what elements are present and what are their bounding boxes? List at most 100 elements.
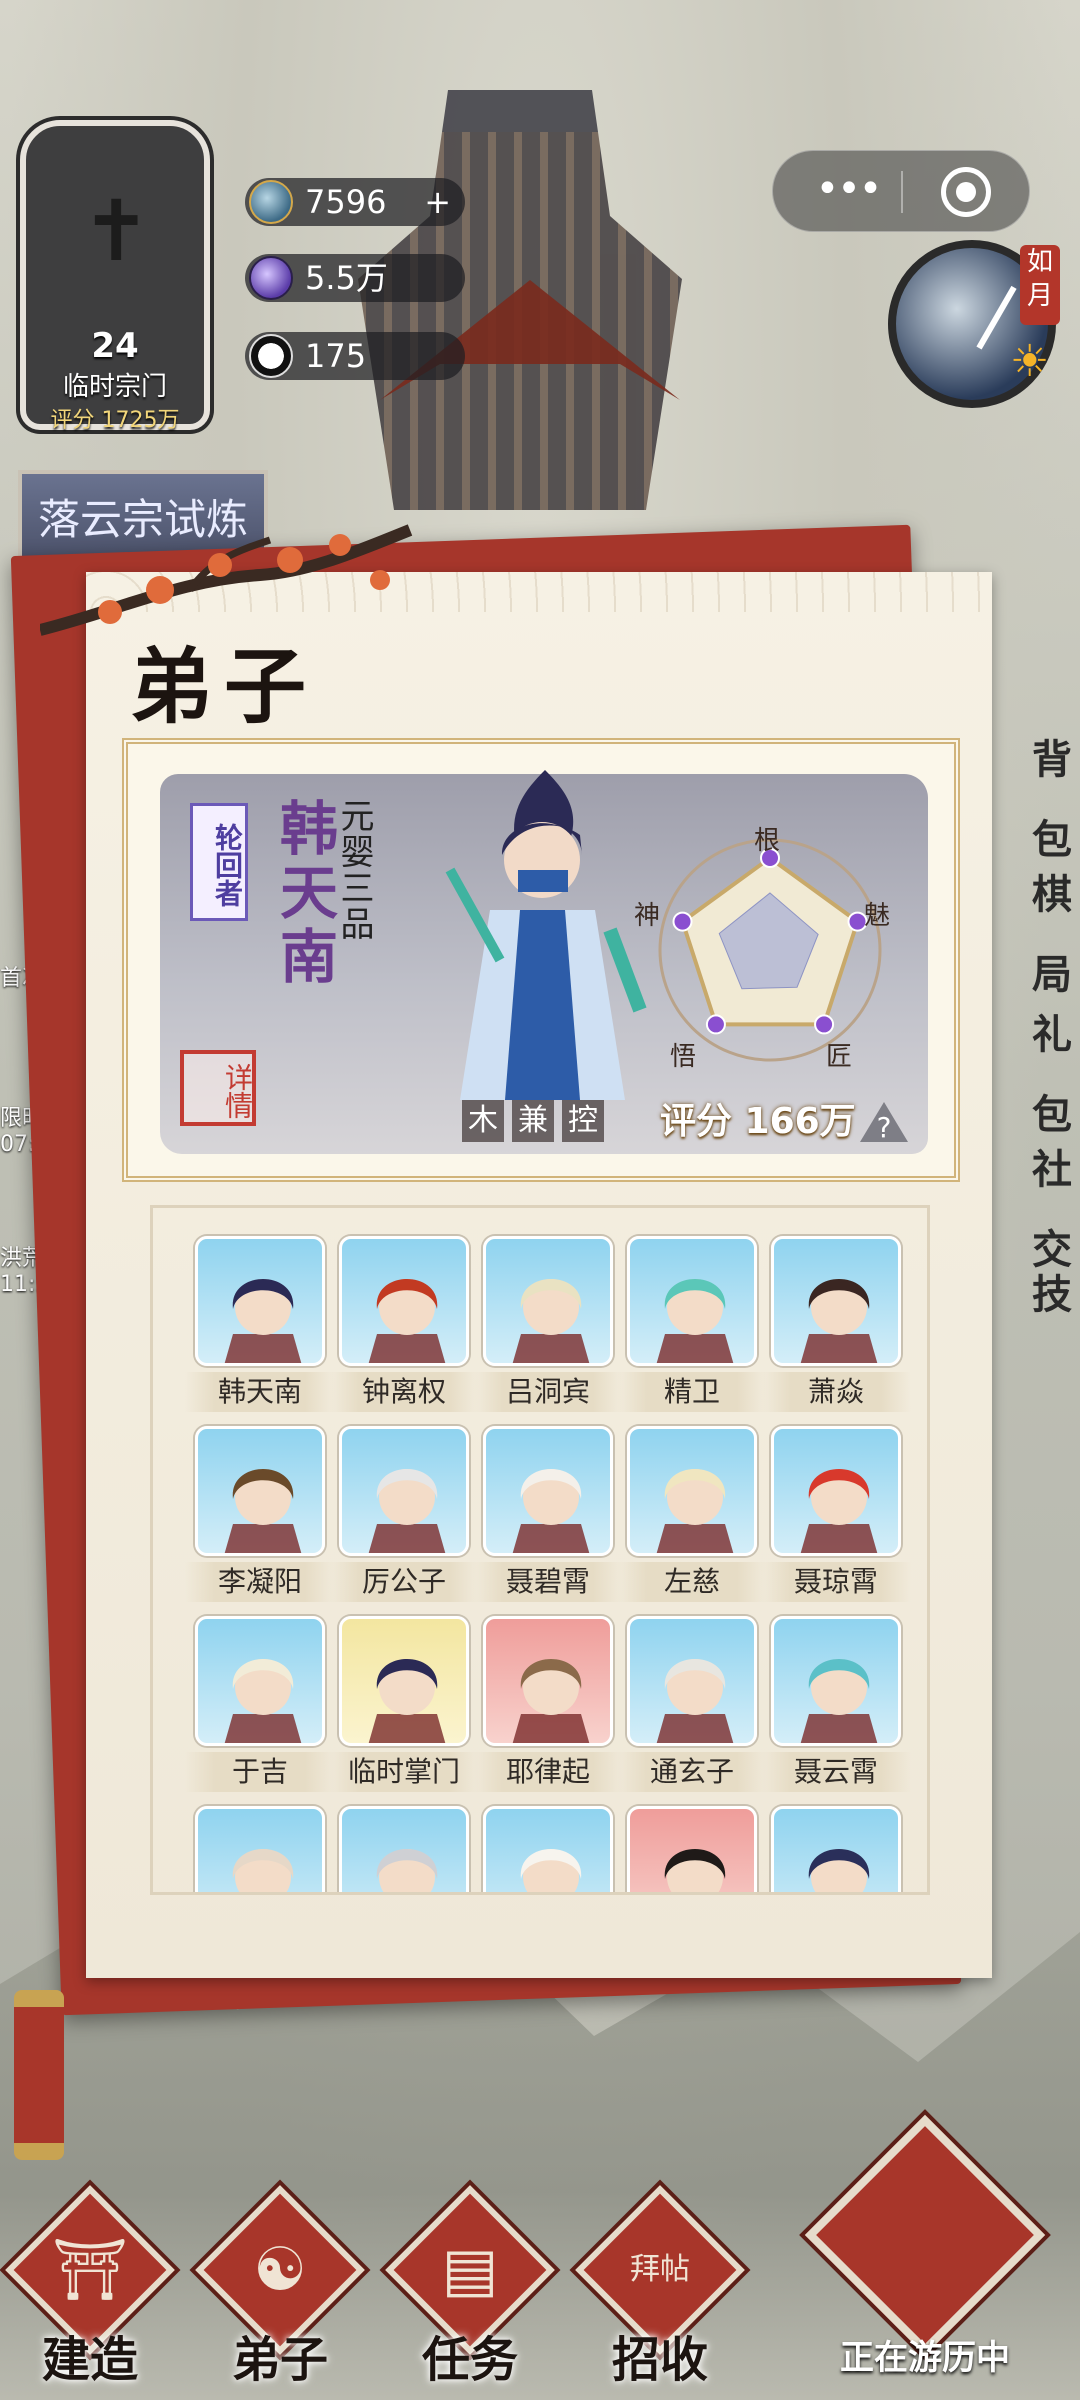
disciple-portrait	[195, 1616, 325, 1746]
sect-score: 评分 1725万	[50, 408, 180, 433]
disciple-card[interactable]: 吕洞宾	[473, 1236, 623, 1412]
close-miniprogram-button[interactable]	[941, 167, 991, 217]
nav-disciple[interactable]: ☯ 弟子	[190, 2180, 370, 2400]
disciple-card[interactable]	[339, 1806, 469, 1892]
disciple-avatar	[512, 1279, 590, 1363]
disciple-card[interactable]	[483, 1806, 613, 1892]
disciple-name: 聂云霄	[761, 1752, 911, 1792]
travel-button[interactable]: 正在游历中	[800, 2114, 1050, 2390]
disciple-card[interactable]: 李凝阳	[185, 1426, 335, 1602]
travel-status-label: 正在游历中	[840, 2338, 1010, 2378]
resource-coin-value: 7596	[305, 183, 387, 221]
disciple-card[interactable]: 钟离权	[329, 1236, 479, 1412]
radar-star-marker	[814, 1014, 835, 1035]
disciple-card[interactable]: 临时掌门	[329, 1616, 479, 1792]
disciple-portrait	[627, 1806, 757, 1892]
more-button[interactable]: •••	[813, 151, 883, 233]
disciple-portrait	[483, 1236, 613, 1366]
disciple-card[interactable]	[195, 1806, 325, 1892]
disciple-card[interactable]: 左慈	[617, 1426, 767, 1602]
radar-label-spirit: 神	[634, 901, 661, 931]
spirit-coin-icon	[249, 180, 293, 224]
resource-gem[interactable]: 5.5万	[245, 254, 465, 302]
radar-label-root: 根	[754, 826, 781, 856]
side-right-giftpack[interactable]: 礼包	[1000, 995, 1080, 1138]
disciple-portrait	[339, 1806, 469, 1892]
disciple-card[interactable]: 厉公子	[329, 1426, 479, 1602]
disciple-card[interactable]: 聂碧霄	[473, 1426, 623, 1602]
disciple-avatar	[224, 1659, 302, 1743]
disciple-name: 于吉	[185, 1752, 335, 1792]
scroll-item[interactable]	[14, 1990, 64, 2160]
disciple-portrait	[339, 1426, 469, 1556]
disciple-name: 聂碧霄	[473, 1562, 623, 1602]
disciple-name: 耶律起	[473, 1752, 623, 1792]
nav-recruit[interactable]: 拜帖 招收	[570, 2180, 750, 2400]
disciple-name: 通玄子	[617, 1752, 767, 1792]
disciple-grid: 韩天南 钟离权 吕洞宾 精卫 萧焱李凝阳 厉公子 聂碧霄 左慈 聂琼霄于吉 临时掌门 耶律起 通玄子聂…	[150, 1205, 930, 1895]
disciple-icon: ☯	[253, 2235, 307, 2305]
disciple-card[interactable]: 聂琼霄	[761, 1426, 911, 1602]
attribute-wood: 木	[462, 1100, 504, 1142]
add-coin-button[interactable]: +	[424, 178, 451, 226]
disciple-name: 左慈	[617, 1562, 767, 1602]
disciple-name: 钟离权	[329, 1372, 479, 1412]
disciple-portrait	[627, 1236, 757, 1366]
disciple-card[interactable]: 于吉	[185, 1616, 335, 1792]
disciple-portrait	[195, 1806, 325, 1892]
disciple-name: 临时掌门	[329, 1752, 479, 1792]
nav-task[interactable]: ▤ 任务	[380, 2180, 560, 2400]
attribute-radar: 根 魅 匠 悟 神	[630, 810, 910, 1080]
disciple-card[interactable]: 精卫	[617, 1236, 767, 1412]
disciple-name: 李凝阳	[185, 1562, 335, 1602]
resource-gem-value: 5.5万	[305, 259, 388, 297]
nav-disciple-label: 弟子	[231, 2332, 328, 2388]
disciple-avatar	[800, 1279, 878, 1363]
disciple-portrait	[339, 1616, 469, 1746]
disciple-name: 吕洞宾	[473, 1372, 623, 1412]
disciple-card[interactable]: 通玄子	[617, 1616, 767, 1792]
capsule-divider	[901, 171, 903, 213]
disciple-name: 韩天南	[185, 1372, 335, 1412]
invitation-card-icon: 拜帖	[630, 2252, 690, 2287]
radar-star-marker	[705, 1014, 726, 1035]
resource-taiji[interactable]: 175	[245, 332, 465, 380]
sect-level: 24	[91, 326, 139, 366]
featured-hero-realm: 元婴三品	[334, 798, 374, 942]
detail-button[interactable]: 详情	[180, 1050, 256, 1126]
nav-recruit-label: 招收	[611, 2332, 708, 2388]
disciple-portrait	[339, 1236, 469, 1366]
disciple-name: 聂琼霄	[761, 1562, 911, 1602]
disciple-avatar	[656, 1469, 734, 1553]
nav-build-label: 建造	[41, 2332, 138, 2388]
taiji-icon	[249, 334, 293, 378]
side-right-bag[interactable]: 背包	[1000, 720, 1080, 863]
scroll-icon: ▤	[441, 2235, 499, 2305]
nav-build[interactable]: ⛩ 建造	[0, 2180, 180, 2400]
disciple-portrait	[483, 1806, 613, 1892]
side-right-chess[interactable]: 棋局	[1000, 855, 1080, 998]
role-tag: 轮回者	[190, 803, 248, 921]
featured-hero-score: 评分 166万	[660, 1101, 856, 1142]
side-right-skill[interactable]: 技	[1000, 1255, 1080, 1335]
disciple-avatar	[224, 1469, 302, 1553]
disciple-avatar	[368, 1469, 446, 1553]
disciple-avatar	[232, 1849, 294, 1892]
disciple-portrait	[483, 1616, 613, 1746]
side-right-social[interactable]: 社交	[1000, 1130, 1080, 1273]
sect-emblem[interactable]: ✝ 24 临时宗门 评分 1725万	[20, 120, 210, 433]
radar-label-insight: 悟	[670, 1042, 697, 1072]
disciple-card[interactable]: 萧焱	[761, 1236, 911, 1412]
radar-label-charm: 魅	[864, 901, 891, 931]
spirit-gem-icon	[249, 256, 293, 300]
resource-coin[interactable]: 7596 +	[245, 178, 465, 226]
disciple-name: 萧焱	[761, 1372, 911, 1412]
disciple-portrait	[771, 1426, 901, 1556]
attribute-control: 控	[562, 1100, 604, 1142]
disciple-card[interactable]: 耶律起	[473, 1616, 623, 1792]
disciple-card[interactable]: 韩天南	[185, 1236, 335, 1412]
disciple-card[interactable]	[627, 1806, 757, 1892]
disciple-card[interactable]: 聂云霄	[761, 1616, 911, 1792]
disciple-portrait	[627, 1426, 757, 1556]
disciple-card[interactable]	[771, 1806, 901, 1892]
